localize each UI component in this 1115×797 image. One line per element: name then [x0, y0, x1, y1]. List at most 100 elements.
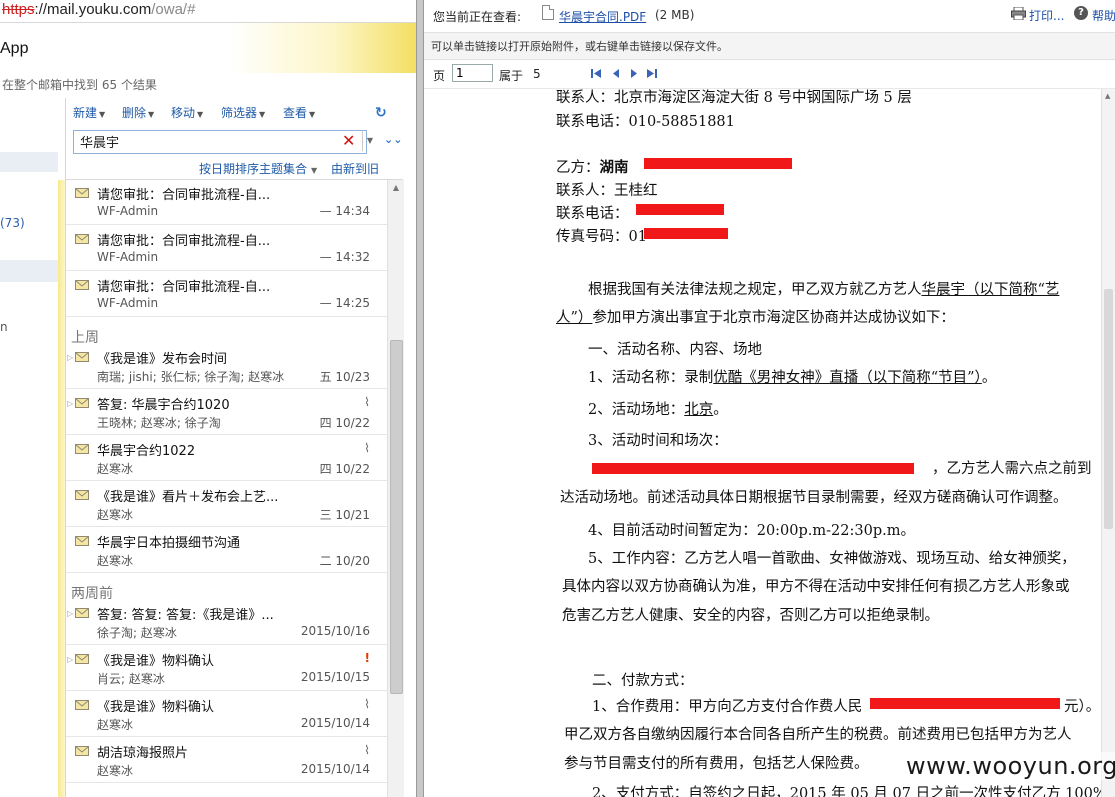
mail-list-item[interactable]: 《我是谁》物料确认 赵寒冰 2015/10/14 ⌇: [66, 692, 387, 737]
help-icon[interactable]: ?: [1074, 6, 1088, 20]
mail-time: 三 10/21: [319, 508, 370, 522]
mail-time: 四 10/22: [319, 462, 370, 476]
mail-sender: 赵寒冰: [97, 462, 134, 476]
mail-time: 2015/10/14: [300, 762, 370, 776]
scroll-up-icon[interactable]: ▲: [1105, 92, 1110, 100]
mail-list-item[interactable]: 请您审批：合同审批流程-自... WF-Admin — 14:25: [66, 272, 387, 317]
sort-bar: 按日期排序主题集合 ▼ 由新到旧: [66, 160, 403, 178]
expand-thread-icon[interactable]: ▷: [67, 655, 73, 664]
mail-list-item[interactable]: 华晨宇合约1022 赵寒冰 四 10/22 ⌇: [66, 436, 387, 481]
doc-text: 3、活动时间和场次：: [588, 433, 728, 449]
mail-list-item[interactable]: ▷ 《我是谁》发布会时间 南瑞; jishi; 张仁标; 徐子淘; 赵寒冰 五 10/…: [66, 344, 387, 389]
last-page-icon[interactable]: [646, 68, 658, 79]
folder-item-highlight[interactable]: [0, 260, 58, 282]
page-label: 页: [433, 69, 446, 83]
mail-list-item[interactable]: 请您审批：合同审批流程-自... WF-Admin — 14:32: [66, 226, 387, 271]
expand-search-icon[interactable]: ⌄⌄: [384, 133, 402, 146]
mail-sender: 南瑞; jishi; 张仁标; 徐子淘; 赵寒冰: [97, 370, 285, 384]
folder-pane: (73) n: [0, 98, 58, 797]
delete-button[interactable]: 删除 ▼: [122, 104, 154, 121]
mail-subject: 请您审批：合同审批流程-自...: [97, 188, 271, 203]
search-options-dropdown[interactable]: ▼: [362, 131, 377, 151]
mail-sender: 王晓林; 赵寒冰; 徐子淘: [97, 416, 221, 430]
mail-subject: 《我是谁》物料确认: [97, 700, 215, 715]
attachment-viewer: 您当前正在查看: 华晨宇合同.PDF (2 MB) 打印... ? 帮助 可以单…: [424, 0, 1115, 797]
expand-thread-icon[interactable]: ▷: [67, 609, 73, 618]
of-label: 属于: [499, 69, 524, 83]
help-link[interactable]: 帮助: [1092, 7, 1115, 24]
mail-list-item[interactable]: ▷ 答复: 华晨宇合约1020 王晓林; 赵寒冰; 徐子淘 四 10/22 ⌇: [66, 390, 387, 435]
mail-sender: WF-Admin: [97, 250, 159, 264]
address-bar[interactable]: https://mail.youku.com/owa/#: [0, 0, 416, 23]
redaction-mark: [644, 228, 728, 239]
scrollbar-thumb[interactable]: [390, 340, 403, 694]
clear-search-icon[interactable]: ✕: [342, 132, 355, 150]
redaction-mark: [644, 158, 792, 169]
search-input[interactable]: [74, 131, 340, 151]
expand-thread-icon[interactable]: ▷: [67, 399, 73, 408]
doc-text: 联系人：王桂红: [556, 183, 658, 199]
page-number-input[interactable]: [452, 64, 493, 82]
mail-time: — 14:32: [319, 250, 370, 264]
move-button[interactable]: 移动 ▼: [171, 104, 203, 121]
previous-page-icon[interactable]: [610, 68, 622, 79]
mail-sender: 徐子淘; 赵寒冰: [97, 626, 177, 640]
app-title: App: [0, 40, 29, 57]
print-button[interactable]: 打印...: [1029, 7, 1064, 24]
doc-text: 1、合作费用：甲方向乙方支付合作费人民: [592, 699, 863, 715]
filter-button[interactable]: 筛选器 ▼: [221, 104, 265, 121]
search-box: ✕ ▼: [73, 130, 373, 154]
redaction-mark: [636, 204, 724, 215]
mail-subject: 胡洁琼海报照片: [97, 746, 189, 761]
refresh-icon[interactable]: ↻: [375, 106, 389, 120]
mail-subject: 请您审批：合同审批流程-自...: [97, 280, 271, 295]
mail-list-item[interactable]: ▷ 答复: 答复: 答复:《我是谁》... 徐子淘; 赵寒冰 2015/10/16: [66, 600, 387, 645]
mail-subject: 答复: 华晨宇合约1020: [97, 398, 230, 413]
scrollbar-thumb[interactable]: [1104, 289, 1113, 529]
folder-item-selected[interactable]: [0, 152, 58, 172]
view-button[interactable]: 查看 ▼: [283, 104, 315, 121]
page-navigation: 页 属于 5: [424, 60, 1115, 89]
doc-text: 元）。: [1064, 699, 1101, 715]
mail-sender: 赵寒冰: [97, 554, 134, 568]
mail-list-item[interactable]: 《我是谁》看片＋发布会上艺... 赵寒冰 三 10/21: [66, 482, 387, 527]
folder-unread-count[interactable]: (73): [0, 216, 25, 230]
scroll-up-icon[interactable]: ▲: [388, 180, 404, 196]
mail-time: 2015/10/15: [300, 670, 370, 684]
mail-list-item[interactable]: ▷ 《我是谁》物料确认 肖云; 赵寒冰 2015/10/15!: [66, 646, 387, 691]
attachment-link[interactable]: 华晨宇合同.PDF: [559, 8, 646, 25]
doc-text: 2、支付方式：自签约之日起，2015 年 05 月 07 日之前一次性支付乙方 …: [592, 786, 1107, 797]
mail-list-item[interactable]: 华晨宇日本拍摄细节沟通 赵寒冰 二 10/20: [66, 528, 387, 573]
expand-thread-icon[interactable]: ▷: [67, 353, 73, 362]
envelope-icon: [75, 654, 89, 664]
mail-subject: 华晨宇合约1022: [97, 444, 196, 459]
first-page-icon[interactable]: [590, 68, 602, 79]
next-page-icon[interactable]: [628, 68, 640, 79]
sort-order-toggle[interactable]: 由新到旧: [331, 160, 379, 177]
pdf-file-icon: [542, 5, 554, 20]
mail-time: 2015/10/14: [300, 716, 370, 730]
sort-by-dropdown[interactable]: 按日期排序主题集合 ▼: [199, 160, 317, 177]
paperclip-icon: ⌇: [364, 441, 370, 455]
envelope-icon: [75, 490, 89, 500]
viewer-scrollbar[interactable]: ▲: [1101, 89, 1115, 797]
file-size: (2 MB): [655, 8, 695, 22]
doc-text: 4、目前活动时间暂定为：20:00p.m-22:30p.m。: [588, 523, 915, 539]
new-button[interactable]: 新建 ▼: [73, 104, 105, 121]
mail-list-scrollbar[interactable]: ▲: [387, 180, 404, 797]
redaction-mark: [592, 463, 914, 474]
folder-label-fragment[interactable]: n: [0, 320, 8, 334]
doc-text: ，乙方艺人需六点之前到: [932, 461, 1092, 477]
mail-list-item[interactable]: 胡洁琼海报照片 赵寒冰 2015/10/14 ⌇: [66, 738, 387, 783]
mail-list-panel: 新建▼ 删除▼ 移动▼ 筛选器▼ 查看▼ ↻ ✕ ▼ ⌄⌄ 按日期排序主题集合▼…: [65, 98, 404, 797]
mail-subject: 请您审批：合同审批流程-自...: [97, 234, 271, 249]
mail-time: 四 10/22: [319, 416, 370, 430]
window-divider[interactable]: [416, 0, 424, 797]
mail-list-item[interactable]: 请您审批：合同审批流程-自... WF-Admin — 14:34: [66, 180, 387, 225]
doc-text: 联系电话：: [556, 206, 629, 222]
printer-icon[interactable]: [1011, 7, 1026, 20]
mail-time: 五 10/23: [319, 370, 370, 384]
mail-sender: WF-Admin: [97, 204, 159, 218]
address-url[interactable]: https://mail.youku.com/owa/#: [2, 1, 195, 18]
hint-text: 可以单击链接以打开原始附件，或右键单击链接以保存文件。: [431, 40, 728, 53]
